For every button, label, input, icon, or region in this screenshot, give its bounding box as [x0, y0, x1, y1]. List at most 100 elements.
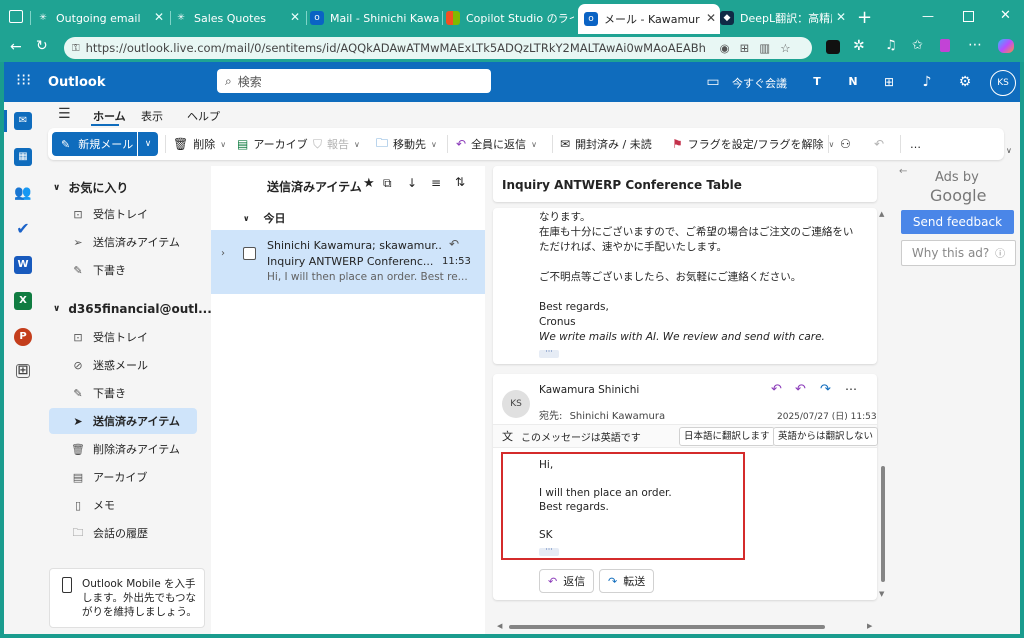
mail-icon[interactable]: ✉: [14, 112, 32, 130]
reader-icon[interactable]: ◉: [720, 41, 730, 55]
close-tab-icon[interactable]: ✕: [836, 10, 846, 24]
close-tab-icon[interactable]: ✕: [290, 10, 300, 24]
browser-tab-sales-quotes[interactable]: ✳ Sales Quotes ✕: [174, 6, 304, 30]
filter-icon[interactable]: ≡: [431, 176, 441, 190]
list-item[interactable]: › Shinichi Kawamura; skawamur... ↶ Inqui…: [211, 230, 485, 294]
video-icon[interactable]: ▭: [704, 73, 722, 91]
never-translate-button[interactable]: 英語からは翻訳しない: [773, 427, 879, 446]
app-install-icon[interactable]: ⊞: [740, 41, 750, 55]
folder-junk[interactable]: ⊘ 迷惑メール: [49, 352, 197, 378]
sender-avatar[interactable]: KS: [502, 390, 530, 418]
url-field[interactable]: ⚿ https://outlook.live.com/mail/0/sentit…: [64, 37, 812, 59]
folder-notes[interactable]: ▯ メモ: [49, 492, 197, 518]
favorite-star-icon[interactable]: ★: [363, 176, 375, 191]
reply-icon[interactable]: ↶: [771, 382, 782, 397]
outlook-mobile-promo[interactable]: Outlook Mobile を入手します。外出先でもつながりを維持しましょう。: [49, 568, 205, 628]
chevron-right-icon[interactable]: ›: [221, 248, 225, 259]
app-launcher-icon[interactable]: ⁝⁝⁝: [16, 72, 31, 88]
archive-button[interactable]: ▤ アーカイブ: [237, 128, 308, 160]
app-name[interactable]: Outlook: [48, 75, 105, 90]
profile-sync-icon[interactable]: ♫: [885, 38, 897, 53]
browser-tab-outlook-active[interactable]: o メール - Kawamura Shi ✕: [578, 4, 720, 34]
move-to-button[interactable]: 🗀 移動先 ∨: [376, 128, 437, 160]
extensions-puzzle-icon[interactable]: ✲: [853, 38, 865, 54]
folder-inbox[interactable]: ⊡ 受信トレイ: [49, 324, 197, 350]
more-actions-icon[interactable]: ⋯: [845, 382, 857, 396]
send-feedback-button[interactable]: Send feedback: [901, 210, 1014, 234]
favorite-star-icon[interactable]: ☆: [780, 41, 790, 55]
forward-button[interactable]: ↷ 転送: [599, 569, 655, 593]
group-header[interactable]: ∨ 今日: [243, 210, 286, 226]
select-checkbox[interactable]: [243, 247, 256, 260]
folder-sent-items[interactable]: ➤ 送信済みアイテム: [49, 408, 197, 434]
copilot-icon[interactable]: [998, 39, 1014, 53]
office-icon[interactable]: ⊞: [880, 73, 898, 91]
close-tab-icon[interactable]: ✕: [706, 11, 716, 25]
bell-icon[interactable]: ♪: [918, 73, 936, 91]
collapse-ad-icon[interactable]: ←: [899, 166, 907, 177]
folder-deleted[interactable]: 🗑 削除済みアイテム: [49, 436, 197, 462]
show-more-button[interactable]: ···: [539, 546, 559, 556]
tab-home[interactable]: ホーム: [93, 108, 126, 124]
show-more-button[interactable]: ···: [539, 348, 559, 358]
favorites-header[interactable]: ∨ お気に入り: [49, 179, 128, 196]
fav-drafts[interactable]: ✎ 下書き: [49, 257, 197, 283]
collections-icon[interactable]: [940, 39, 950, 52]
ribbon-collapse-icon[interactable]: ∨: [1006, 146, 1012, 155]
delete-button[interactable]: 🗑 削除 ∨: [173, 128, 226, 160]
split-icon[interactable]: ▥: [759, 41, 770, 55]
folder-archive[interactable]: ▤ アーカイブ: [49, 464, 197, 490]
scroll-up-icon[interactable]: ▲: [879, 210, 884, 218]
search-input[interactable]: ⌕ 検索: [217, 69, 491, 93]
teams-icon[interactable]: T: [808, 73, 826, 91]
browser-tab-mail-shinichi[interactable]: o Mail - Shinichi Kawamu: [310, 6, 440, 30]
sort-icon[interactable]: ⇅: [455, 175, 465, 189]
vertical-scrollbar[interactable]: [881, 466, 885, 582]
scroll-left-icon[interactable]: ◀: [497, 622, 502, 630]
extension-icon[interactable]: [826, 40, 840, 54]
undo-button[interactable]: ↶: [874, 128, 889, 160]
reply-button[interactable]: ↶ 返信: [539, 569, 595, 593]
onenote-icon[interactable]: N: [844, 73, 862, 91]
browser-menu-icon[interactable]: ⋯: [968, 37, 982, 53]
reply-all-button[interactable]: ↶ 全員に返信 ∨: [456, 128, 537, 160]
more-apps-icon[interactable]: ⊞: [16, 364, 30, 378]
why-this-ad-button[interactable]: Why this ad? ⓘ: [901, 240, 1016, 266]
minimize-icon[interactable]: —: [922, 9, 934, 23]
sender-name[interactable]: Kawamura Shinichi: [539, 384, 639, 396]
scroll-right-icon[interactable]: ▶: [867, 622, 872, 630]
horizontal-scrollbar[interactable]: [509, 625, 825, 629]
word-icon[interactable]: W: [14, 256, 32, 274]
flag-button[interactable]: ⚑ フラグを設定/フラグを解除 ∨: [672, 128, 834, 160]
jump-to-icon[interactable]: ↓: [407, 176, 417, 190]
people-icon[interactable]: 👥: [14, 184, 32, 202]
nav-toggle-icon[interactable]: ☰: [58, 106, 71, 122]
calendar-icon[interactable]: ▦: [14, 148, 32, 166]
browser-tab-copilot-license[interactable]: Copilot Studio のライセ: [446, 6, 576, 30]
tab-help[interactable]: ヘルプ: [187, 108, 220, 124]
window-close-icon[interactable]: ✕: [1000, 8, 1011, 23]
reply-all-icon[interactable]: ↶: [795, 382, 806, 397]
excel-icon[interactable]: X: [14, 292, 32, 310]
fav-sent-items[interactable]: ➢ 送信済みアイテム: [49, 229, 197, 255]
forward-icon[interactable]: ↷: [820, 382, 831, 397]
folder-conversation-history[interactable]: 🗀 会話の履歴: [49, 520, 197, 546]
tab-view[interactable]: 表示: [141, 108, 163, 124]
translate-to-japanese-button[interactable]: 日本語に翻訳します: [679, 427, 775, 446]
report-button[interactable]: ⛉ 報告 ∨: [313, 128, 360, 160]
site-info-icon[interactable]: ⚿: [72, 43, 80, 54]
read-unread-button[interactable]: ✉ 開封済み / 未読: [560, 128, 652, 160]
new-mail-dropdown[interactable]: ∨: [138, 132, 158, 156]
tab-actions-icon[interactable]: [9, 10, 23, 23]
todo-icon[interactable]: ✔: [14, 220, 32, 238]
avatar[interactable]: KS: [990, 70, 1016, 96]
folder-drafts[interactable]: ✎ 下書き: [49, 380, 197, 406]
gear-icon[interactable]: ⚙: [956, 73, 974, 91]
new-tab-icon[interactable]: +: [857, 7, 872, 28]
more-commands-button[interactable]: …: [910, 128, 921, 160]
meet-now-button[interactable]: 今すぐ会議: [732, 75, 787, 91]
fav-inbox[interactable]: ⊡ 受信トレイ: [49, 201, 197, 227]
back-icon[interactable]: ←: [10, 39, 22, 55]
close-tab-icon[interactable]: ✕: [154, 10, 164, 24]
browser-tab-outgoing-email[interactable]: ✳ Outgoing email ✕: [36, 6, 168, 30]
